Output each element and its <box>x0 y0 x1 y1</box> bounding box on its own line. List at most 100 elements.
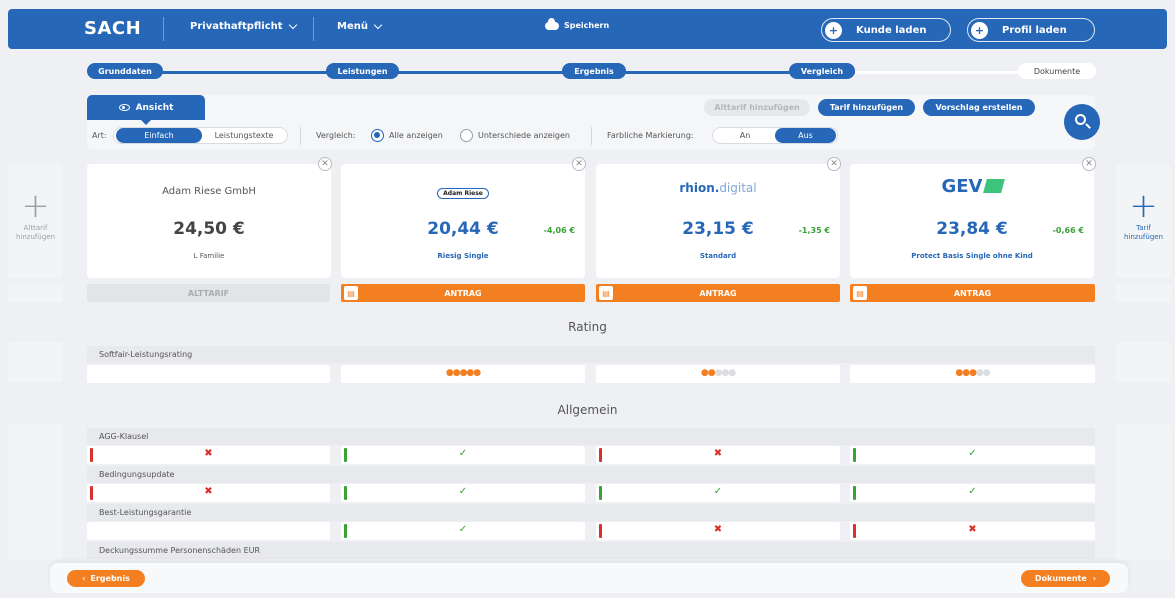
load-profile-label: Profil laden <box>1002 24 1067 36</box>
row-header-agg: AGG-Klausel <box>87 428 1095 445</box>
close-icon[interactable]: ✕ <box>318 157 332 171</box>
add-old-tariff-button[interactable]: Alttarif hinzufügen <box>704 99 810 116</box>
menu-dropdown[interactable]: Menü <box>337 20 383 32</box>
section-title-rating: Rating <box>568 320 607 334</box>
rating-filled: ●● <box>700 368 716 378</box>
close-icon[interactable]: ✕ <box>572 157 586 171</box>
adam-riese-logo: Adam Riese <box>437 188 489 199</box>
side-placeholder <box>8 342 63 382</box>
load-customer-button[interactable]: + Kunde laden <box>821 18 951 42</box>
side-label-line2: hinzufügen <box>1123 233 1164 241</box>
compare-all-radio[interactable] <box>371 129 384 142</box>
color-marking-toggle[interactable]: An Aus <box>712 127 838 144</box>
rating-cell: ●●●●● <box>341 365 585 383</box>
color-on-option[interactable]: An <box>715 128 775 143</box>
menu-label: Menü <box>337 21 368 32</box>
search-button[interactable] <box>1064 104 1100 140</box>
rating-stars: ●●●●● <box>850 368 1095 378</box>
close-icon[interactable]: ✕ <box>1082 157 1096 171</box>
close-icon[interactable]: ✕ <box>827 157 841 171</box>
chevron-right-icon: › <box>1092 574 1097 583</box>
feature-cell: ✓ <box>341 522 585 540</box>
apply-label: ANTRAG <box>699 288 737 298</box>
save-button[interactable]: Speichern <box>545 17 609 30</box>
cross-icon: ✖ <box>713 448 723 459</box>
tariff-name[interactable]: Standard <box>596 252 840 260</box>
rating-stars: ●●●●● <box>596 368 840 378</box>
tariff-name[interactable]: Riesig Single <box>341 252 585 260</box>
add-tariff-side-button[interactable]: + Tarif hinzufügen <box>1116 164 1171 278</box>
step-grunddaten[interactable]: Grunddaten <box>87 63 163 79</box>
chevron-down-icon <box>288 20 297 30</box>
price-difference: -4,06 € <box>543 226 575 235</box>
apply-button[interactable]: ▤ ANTRAG <box>596 284 840 302</box>
step-vergleich[interactable]: Vergleich <box>789 63 855 79</box>
color-off-option[interactable]: Aus <box>775 128 836 143</box>
tariff-name[interactable]: Protect Basis Single ohne Kind <box>850 252 1094 260</box>
step-dokumente[interactable]: Dokumente <box>1018 63 1096 79</box>
feature-cell: ✓ <box>850 446 1095 464</box>
gev-logo-mark <box>982 179 1005 193</box>
tariff-card-gev: GEV 23,84 € -0,66 € Protect Basis Single… <box>850 164 1094 278</box>
compare-diff-label: Unterschiede anzeigen <box>478 131 570 140</box>
tariff-card-old: Adam Riese GmbH 24,50 € L Familie <box>87 164 331 278</box>
back-label: Ergebnis <box>90 574 130 583</box>
product-dropdown[interactable]: Privathaftpflicht <box>190 20 297 32</box>
feature-cell: ✓ <box>341 446 585 464</box>
app-root: SACH Privathaftpflicht Menü Speichern + … <box>0 0 1175 598</box>
apply-button[interactable]: ▤ ANTRAG <box>850 284 1095 302</box>
add-old-tariff-side-button[interactable]: + Alttarif hinzufügen <box>8 164 63 278</box>
next-button[interactable]: Dokumente › <box>1021 570 1110 587</box>
tab-ansicht[interactable]: Ansicht <box>87 95 205 125</box>
side-placeholder <box>8 424 63 560</box>
side-label-line1: Tarif <box>1136 224 1151 232</box>
app-logo[interactable]: SACH <box>84 18 141 39</box>
cross-icon: ✖ <box>204 486 213 497</box>
plus-icon: + <box>1129 186 1158 226</box>
side-placeholder <box>1116 342 1171 382</box>
stepper-progress-line <box>125 71 855 74</box>
document-icon: ▤ <box>344 286 358 300</box>
insurer-name: Adam Riese GmbH <box>162 186 256 197</box>
product-label: Privathaftpflicht <box>190 21 283 32</box>
feature-cell: ✖ <box>87 446 330 464</box>
back-button[interactable]: ‹ Ergebnis <box>67 570 145 587</box>
color-marking-label: Farbliche Markierung: <box>607 131 694 140</box>
divider <box>591 127 592 145</box>
load-profile-button[interactable]: + Profil laden <box>967 18 1095 42</box>
side-placeholder <box>8 284 63 302</box>
row-header-update: Bedingungsupdate <box>87 466 1095 483</box>
art-label: Art: <box>92 131 107 140</box>
divider <box>300 127 301 145</box>
price-difference: -0,66 € <box>1052 226 1084 235</box>
old-tariff-badge: ALTTARIF <box>87 284 330 302</box>
tariff-card-rhion: rhion.digital 23,15 € -1,35 € Standard <box>596 164 840 278</box>
art-toggle[interactable]: Einfach Leistungstexte <box>113 127 288 144</box>
next-label: Dokumente <box>1034 574 1087 583</box>
document-icon: ▤ <box>853 286 867 300</box>
art-simple-option[interactable]: Einfach <box>116 128 202 143</box>
row-header-deckung: Deckungssumme Personenschäden EUR <box>87 542 1095 559</box>
price-difference: -1,35 € <box>798 226 830 235</box>
step-ergebnis[interactable]: Ergebnis <box>562 63 626 79</box>
feature-cell: ✓ <box>850 484 1095 502</box>
gev-logo: GEV <box>941 176 983 197</box>
insurer-logo: GEV <box>850 176 1094 197</box>
rhion-logo-part2: digital <box>719 181 757 195</box>
rhion-logo-part1: rhion. <box>679 181 720 195</box>
row-header-softfair: Softfair-Leistungsrating <box>87 346 1095 363</box>
plus-icon: + <box>825 21 842 39</box>
tab-ansicht-label: Ansicht <box>135 102 174 113</box>
step-leistungen[interactable]: Leistungen <box>326 63 399 79</box>
cross-icon: ✖ <box>204 448 213 459</box>
feature-cell: ✖ <box>596 522 840 540</box>
plus-icon: + <box>21 186 50 226</box>
search-icon <box>1075 114 1086 125</box>
compare-diff-radio[interactable] <box>460 129 473 142</box>
cloud-icon <box>545 17 559 30</box>
add-tariff-button[interactable]: Tarif hinzufügen <box>818 99 915 116</box>
art-texts-option[interactable]: Leistungstexte <box>202 128 286 143</box>
apply-button[interactable]: ▤ ANTRAG <box>341 284 585 302</box>
create-proposal-button[interactable]: Vorschlag erstellen <box>923 99 1035 116</box>
insurer-logo: Adam Riese <box>341 180 585 199</box>
